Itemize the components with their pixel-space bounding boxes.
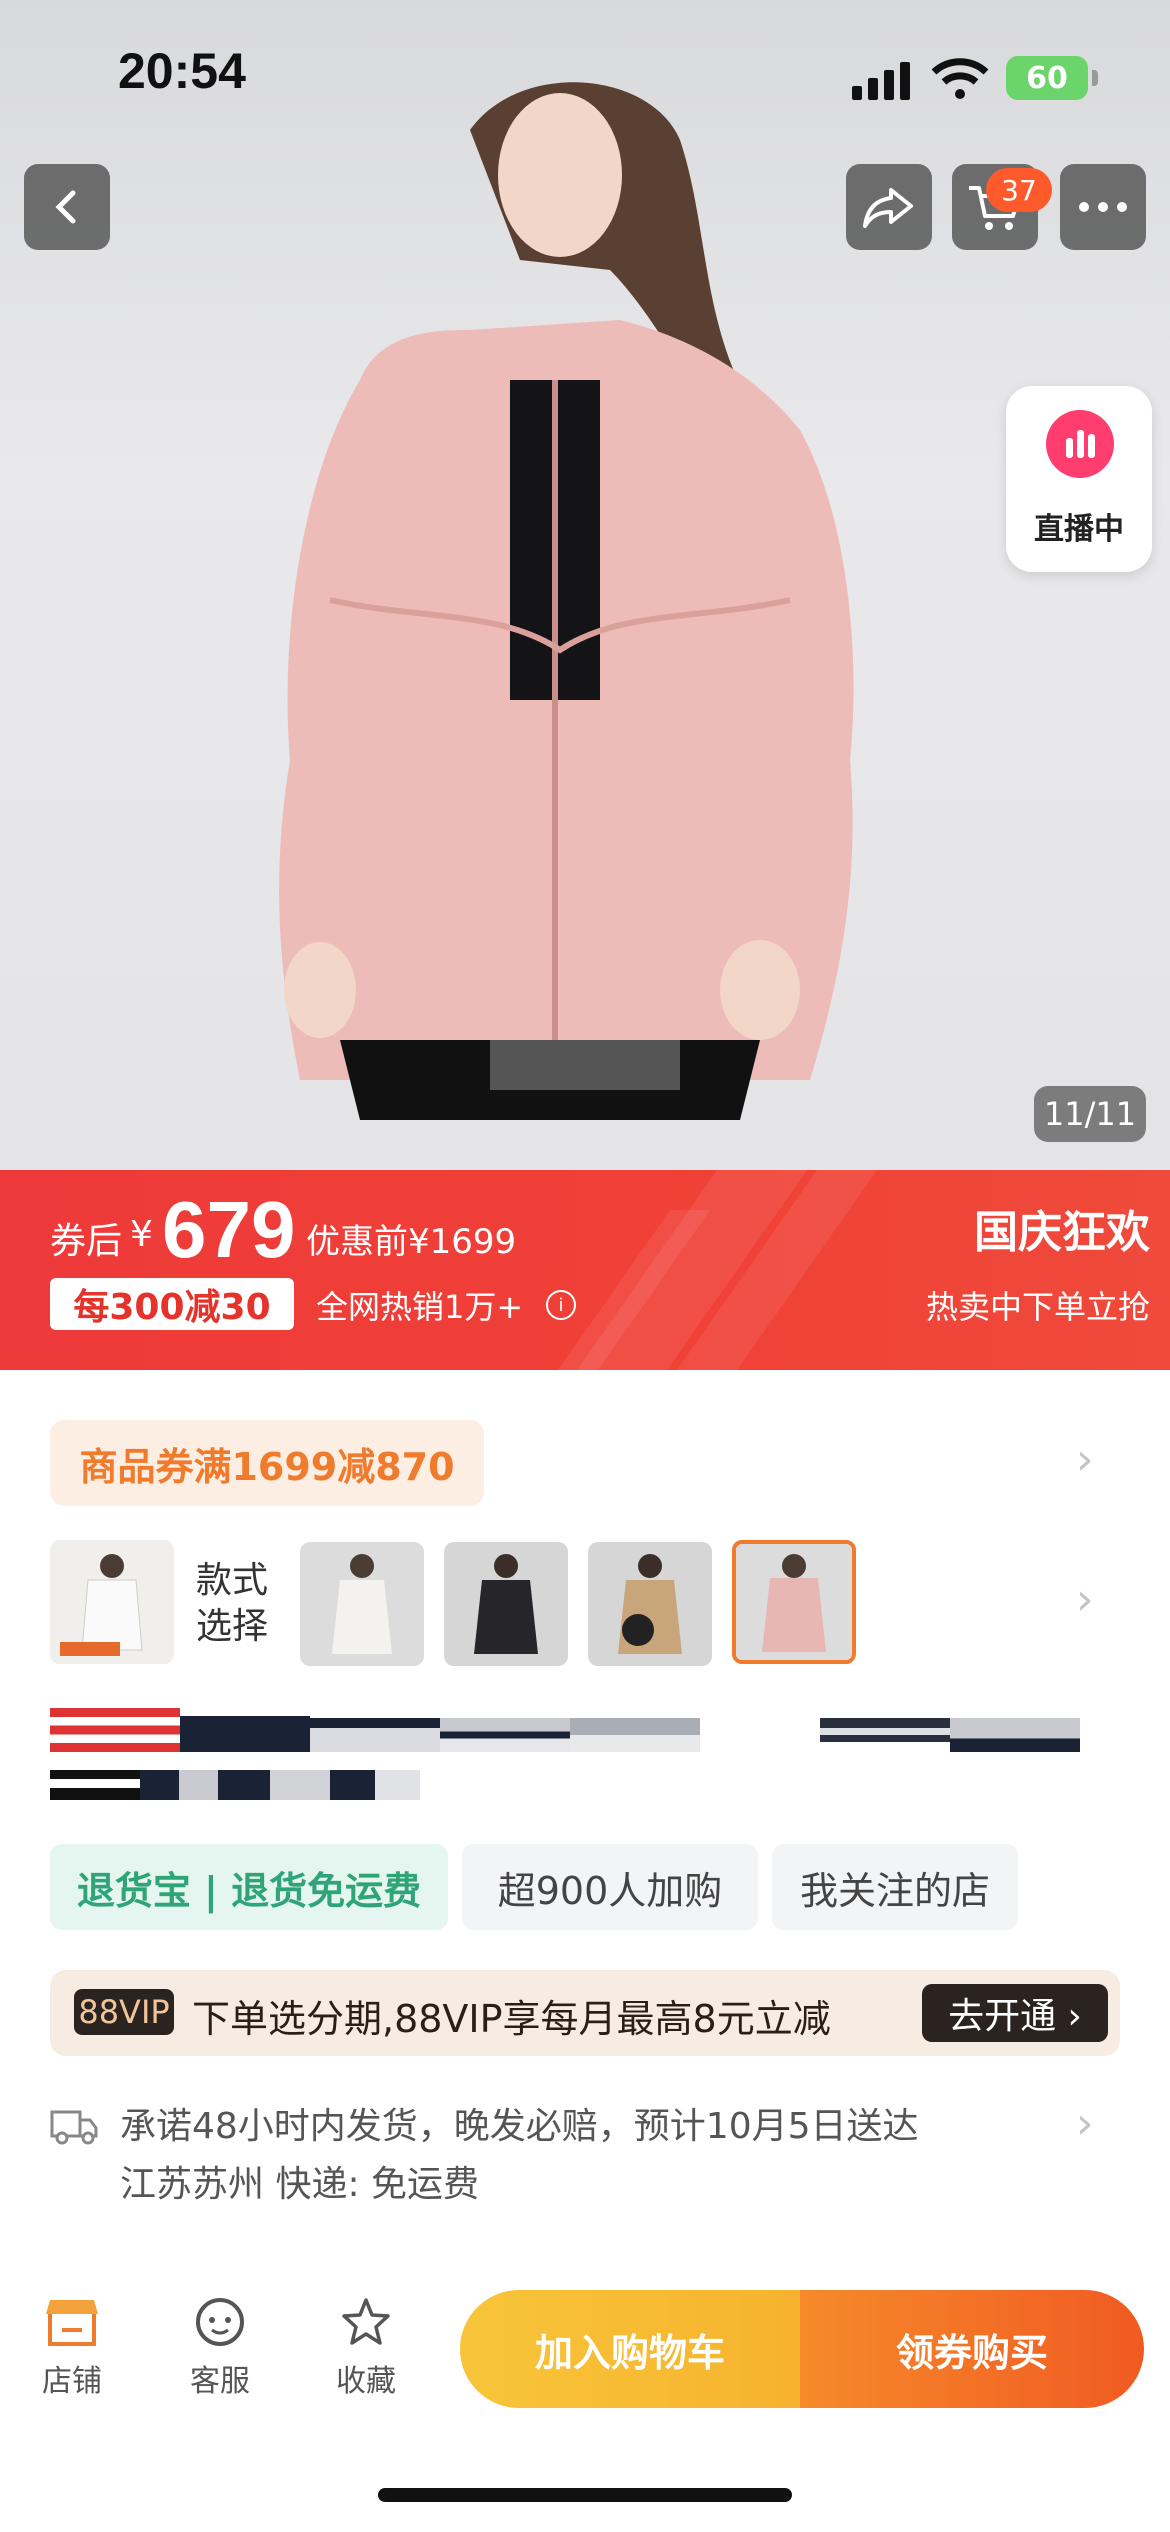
store-label: 店铺 — [42, 2364, 102, 2399]
more-button[interactable] — [1060, 164, 1146, 250]
live-bars-icon — [1046, 410, 1114, 478]
variant-thumb-selected[interactable] — [732, 1540, 856, 1664]
share-button[interactable] — [846, 164, 932, 250]
cart-users-tag[interactable]: 超900人加购 — [462, 1844, 758, 1930]
variant-thumb-main[interactable] — [50, 1540, 174, 1664]
chevron-right-icon[interactable]: › — [1076, 1434, 1094, 1485]
add-to-cart-button[interactable]: 加入购物车 — [460, 2290, 800, 2408]
battery-indicator: 60 — [1006, 56, 1098, 100]
info-icon[interactable]: i — [546, 1290, 576, 1320]
shipping-line-2: 江苏苏州 快递: 免运费 — [120, 2164, 480, 2205]
variant-thumb-2[interactable] — [444, 1542, 568, 1666]
price-prefix: 券后 — [50, 1221, 123, 1262]
star-icon — [342, 2298, 390, 2345]
promo-subtitle: 热卖中下单立抢 — [925, 1288, 1150, 1326]
share-icon — [863, 188, 913, 228]
price-amount: 679 — [162, 1185, 296, 1274]
image-counter: 11/11 — [1034, 1086, 1146, 1142]
price-banner: 券后 ¥ 679 优惠前¥1699 每300减30 全网热销1万+ i 国庆狂欢… — [0, 1170, 1170, 1370]
chevron-right-icon[interactable]: › — [1076, 2098, 1094, 2149]
cellular-signal-icon — [852, 62, 910, 100]
return-insurance-tag[interactable]: 退货宝 | 退货免运费 — [50, 1844, 448, 1930]
live-label: 直播中 — [1034, 512, 1124, 547]
sales-count: 全网热销1万+ — [316, 1288, 524, 1326]
followed-store-tag[interactable]: 我关注的店 — [772, 1844, 1018, 1930]
live-stream-button[interactable]: 直播中 — [1006, 386, 1152, 572]
shipping-info[interactable]: 承诺48小时内发货，晚发必赔，预计10月5日送达 江苏苏州 快递: 免运费 — [120, 2098, 919, 2214]
service-nav-item[interactable]: 客服 — [160, 2296, 280, 2400]
vip-promo-bar[interactable]: 88VIP 下单选分期,88VIP享每月最高8元立减 去开通 › — [50, 1970, 1120, 2056]
variant-label: 款式选择 — [196, 1560, 269, 1647]
discount-tag: 每300减30 — [50, 1278, 294, 1330]
back-arrow-icon — [55, 190, 76, 224]
service-label: 客服 — [190, 2364, 250, 2399]
currency-symbol: ¥ — [130, 1214, 153, 1255]
vip-text: 下单选分期,88VIP享每月最高8元立减 — [192, 1997, 831, 2041]
back-button[interactable] — [24, 164, 110, 250]
store-icon — [46, 2300, 98, 2346]
chevron-right-icon[interactable]: › — [1076, 1574, 1094, 1625]
home-indicator — [378, 2488, 792, 2502]
product-title-redacted — [50, 1708, 1080, 1808]
more-dots-icon — [1079, 202, 1127, 212]
buy-button[interactable]: 领券购买 — [800, 2290, 1144, 2408]
cart-count-badge: 37 — [986, 168, 1052, 212]
original-price: 优惠前¥1699 — [306, 1222, 517, 1262]
favorite-label: 收藏 — [336, 2364, 396, 2399]
variant-thumb-1[interactable] — [300, 1542, 424, 1666]
wifi-icon — [931, 58, 989, 99]
favorite-nav-item[interactable]: 收藏 — [306, 2296, 426, 2400]
status-time: 20:54 — [118, 43, 246, 99]
coupon-button[interactable]: 商品券满1699减870 — [50, 1420, 484, 1506]
vip-activate-button[interactable]: 去开通 › — [922, 1984, 1108, 2042]
store-nav-item[interactable]: 店铺 — [12, 2296, 132, 2400]
variant-thumb-3[interactable] — [588, 1542, 712, 1666]
shipping-line-1: 承诺48小时内发货，晚发必赔，预计10月5日送达 — [120, 2106, 919, 2147]
vip-badge: 88VIP — [74, 1989, 174, 2035]
truck-icon — [50, 2110, 98, 2145]
promo-title: 国庆狂欢 — [974, 1207, 1150, 1258]
customer-service-icon — [196, 2298, 244, 2346]
